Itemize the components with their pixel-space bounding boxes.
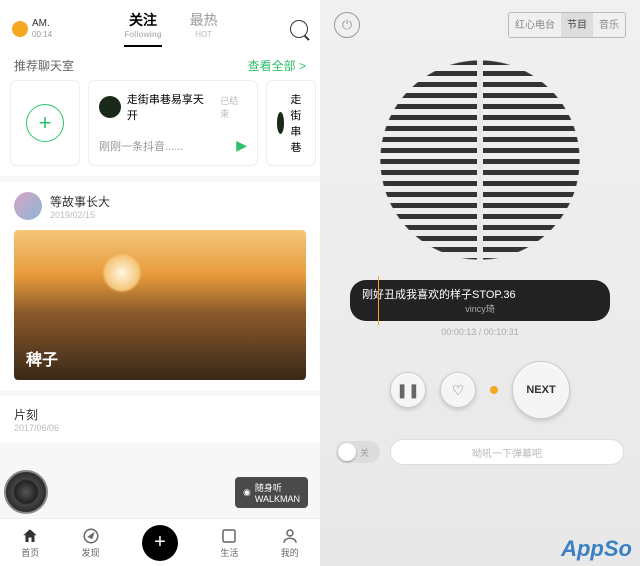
nav-home[interactable]: 首页 [21, 527, 39, 559]
top-tabs: 关注Following 最热HOT [52, 10, 290, 47]
tab-hot[interactable]: 最热HOT [190, 10, 218, 47]
room-name: 走街串巷 [290, 91, 305, 155]
seg-program[interactable]: 节目 [561, 13, 593, 37]
feed-post[interactable]: 片刻 2017/06/06 [0, 396, 320, 443]
room-subtitle: 刚刚一条抖音...... [99, 138, 183, 154]
sun-icon [12, 21, 28, 37]
track-title: 刚好丑成我喜欢的样子STOP.36 [362, 286, 598, 302]
post-image: 稗子 [14, 230, 306, 380]
see-all-link[interactable]: 查看全部 > [248, 57, 306, 74]
nav-discover[interactable]: 发现 [82, 527, 100, 559]
pause-button[interactable]: ❚❚ [390, 372, 426, 408]
add-room-card[interactable]: + [10, 80, 80, 166]
clock: AM.00:14 [12, 18, 52, 40]
track-pill[interactable]: 刚好丑成我喜欢的样子STOP.36 vincy琦 [350, 280, 610, 321]
appso-watermark: AppSo [561, 536, 632, 562]
progress-marker [378, 276, 379, 325]
nav-mine[interactable]: 我的 [281, 527, 299, 559]
indicator-dot [490, 386, 498, 394]
seg-music[interactable]: 音乐 [593, 13, 625, 37]
room-name: 走街串巷易享天开 [127, 91, 214, 123]
danmu-input[interactable]: 呦吼一下弹幕吧 [390, 439, 624, 465]
danmu-toggle[interactable]: 关 [336, 441, 380, 463]
post-author: 等故事长大 [50, 193, 110, 210]
next-button[interactable]: NEXT [512, 361, 570, 419]
feed-post[interactable]: 等故事长大 2019/02/15 稗子 [0, 182, 320, 390]
walkman-badge[interactable]: ◉ 随身听WALKMAN [235, 477, 308, 508]
tab-following[interactable]: 关注Following [124, 10, 161, 47]
segment-control: 红心电台 节目 音乐 [508, 12, 626, 38]
avatar [14, 192, 42, 220]
nav-life[interactable]: 生活 [220, 527, 238, 559]
track-artist: vincy琦 [362, 302, 598, 315]
rec-title: 推荐聊天室 [14, 57, 74, 74]
seg-heart-radio[interactable]: 红心电台 [509, 13, 561, 37]
post-date: 2017/06/06 [14, 423, 306, 433]
room-card[interactable]: 走街串巷 [266, 80, 316, 166]
speaker-grille [380, 60, 580, 260]
nav-add-button[interactable]: + [142, 525, 178, 561]
room-card[interactable]: 走街串巷易享天开 已结束 刚刚一条抖音...... ▶ [88, 80, 258, 166]
post-title: 片刻 [14, 406, 306, 423]
ended-badge: 已结束 [220, 94, 247, 120]
search-icon[interactable] [290, 20, 308, 38]
post-date: 2019/02/15 [50, 210, 110, 220]
bottom-nav: 首页 发现 + 生活 我的 [0, 518, 320, 566]
power-button[interactable]: ⏻ [334, 12, 360, 38]
headphone-icon: ◉ [243, 487, 251, 498]
avatar [99, 96, 121, 118]
now-playing-disc[interactable] [4, 470, 48, 514]
post-title: 稗子 [26, 346, 58, 370]
time-display: 00:00:13 / 00:10:31 [320, 327, 640, 337]
plus-icon: + [26, 104, 64, 142]
avatar [277, 112, 284, 134]
play-icon[interactable]: ▶ [236, 137, 247, 154]
like-button[interactable]: ♡ [440, 372, 476, 408]
